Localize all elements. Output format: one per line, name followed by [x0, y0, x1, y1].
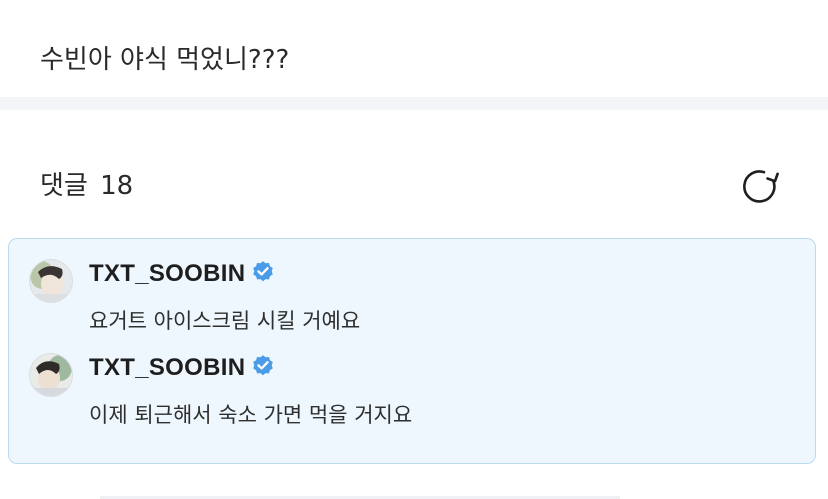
avatar[interactable] [29, 353, 73, 397]
refresh-button[interactable] [740, 168, 780, 206]
username-text: TXT_SOOBIN [89, 354, 246, 381]
comments-header: 댓글 18 [40, 166, 133, 206]
verified-badge-icon [253, 355, 274, 376]
verified-badge-icon [253, 261, 274, 282]
comment-text: 이제 퇴근해서 숙소 가면 먹을 거지요 [89, 403, 413, 427]
refresh-icon [743, 170, 779, 203]
comments-label: 댓글 [40, 171, 88, 201]
highlighted-comments: TXT_SOOBIN 요거트 아이스크림 시킬 거예요 TXT_SOOBIN 이… [8, 238, 816, 464]
comments-count: 18 [100, 171, 134, 201]
comment-username[interactable]: TXT_SOOBIN [89, 353, 275, 383]
avatar-image [30, 354, 72, 396]
comment-text: 요거트 아이스크림 시킬 거예요 [89, 309, 361, 333]
avatar-image [30, 260, 72, 302]
comment-username[interactable]: TXT_SOOBIN [89, 259, 275, 289]
post-text: 수빈아 야식 먹었니??? [40, 45, 290, 75]
username-text: TXT_SOOBIN [89, 260, 246, 287]
avatar[interactable] [29, 259, 73, 303]
section-divider [0, 97, 828, 110]
